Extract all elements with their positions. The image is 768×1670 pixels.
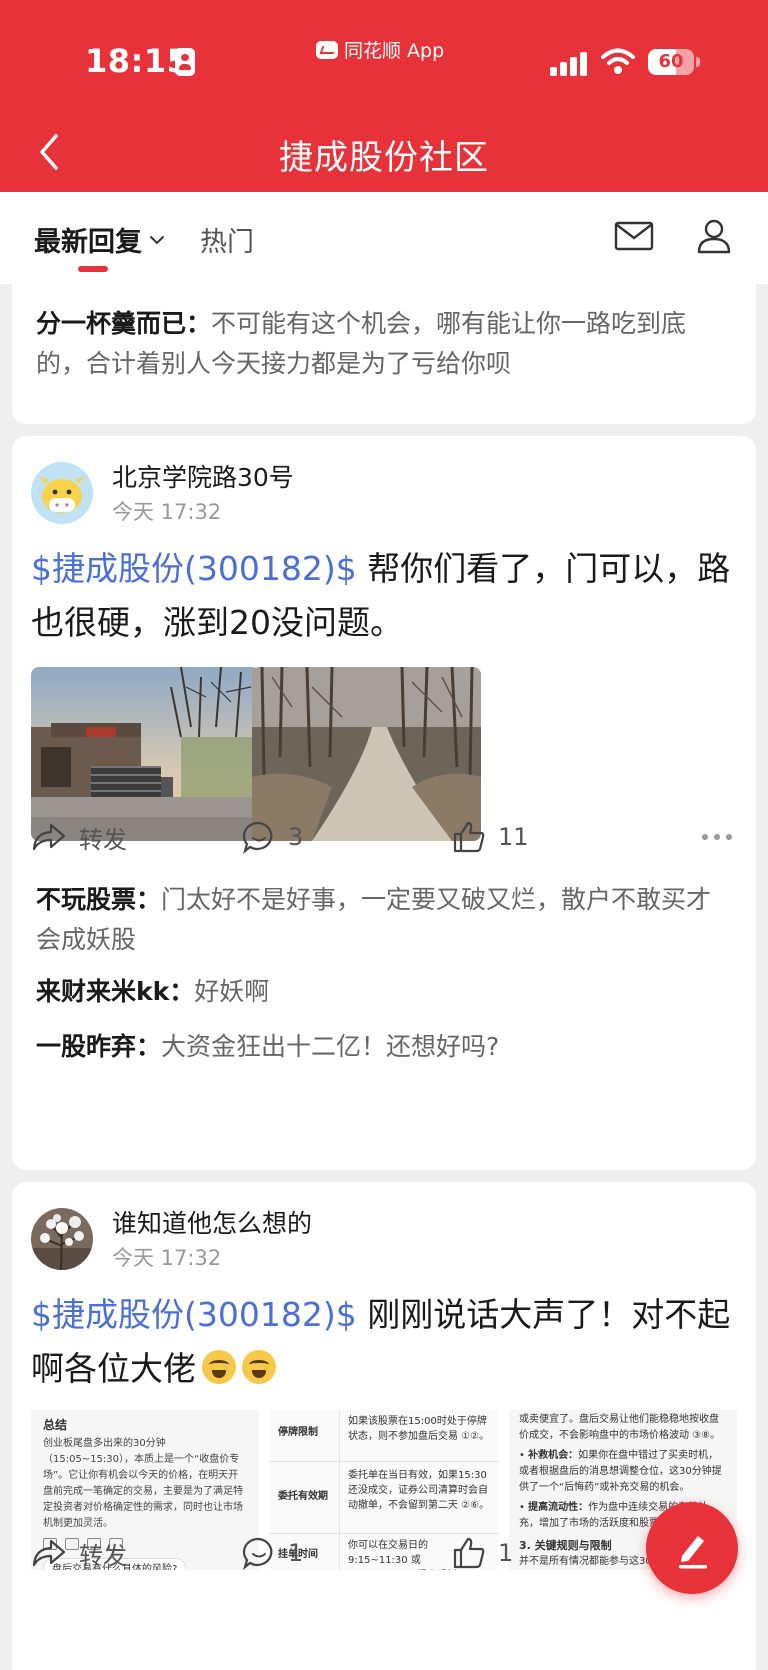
more-options-icon[interactable] — [702, 834, 732, 840]
app-header: 18:15 同花顺 App 60 捷成股份社区 — [0, 0, 768, 192]
mail-icon[interactable] — [614, 220, 654, 252]
comment-user[interactable]: 一股昨弃： — [36, 1032, 161, 1061]
crying-emoji-icon — [242, 1350, 276, 1384]
comment-item[interactable]: 一股昨弃：大资金狂出十二亿！还想好吗? — [36, 1027, 736, 1067]
comment-icon — [242, 821, 273, 854]
comment-user[interactable]: 分一杯羹而已： — [36, 309, 211, 338]
comment-text: 好妖啊 — [194, 977, 270, 1006]
screenshot-heading: 总结 — [43, 1418, 68, 1432]
stock-tag-link[interactable]: $捷成股份(300182)$ — [31, 549, 357, 588]
post-body: $捷成股份(300182)$ 刚刚说话大声了！对不起啊各位大佬 — [31, 1288, 751, 1396]
crying-emoji-icon — [202, 1350, 236, 1384]
forward-label: 转发 — [79, 1541, 127, 1570]
return-app-label: 同花顺 App — [344, 40, 445, 62]
tab-latest-label: 最新回复 — [34, 227, 142, 258]
like-button[interactable]: 1 — [452, 1528, 513, 1578]
thumbs-up-icon — [453, 821, 485, 853]
comment-button[interactable]: 1 — [242, 1528, 303, 1578]
screenshot-body: 创业板尾盘多出来的30分钟（15:05~15:30），本质上是一个“收盘价专场”… — [43, 1438, 243, 1529]
table-cell-label: 停牌限制 — [270, 1410, 340, 1461]
table-cell-label: 委托有效期 — [270, 1462, 340, 1533]
bullet-title: 补救机会： — [528, 1450, 579, 1461]
thumbs-up-icon — [453, 1537, 485, 1569]
battery-icon: 60 — [648, 49, 700, 75]
tab-hot[interactable]: 热门 — [200, 220, 254, 259]
comment-item[interactable]: 分一杯羹而已：不可能有这个机会，哪有能让你一路吃到底的，合计着别人今天接力都是为… — [36, 304, 736, 384]
post-card[interactable]: 谁知道他怎么想的 今天 17:32 $捷成股份(300182)$ 刚刚说话大声了… — [12, 1182, 756, 1670]
profile-icon[interactable] — [696, 218, 732, 254]
post-time: 今天 17:32 — [112, 1246, 222, 1270]
screenshot-table-row: 委托有效期 委托单在当日有效，如果15:30还没成交，证券公司清算时会自动撤单，… — [270, 1462, 498, 1534]
screenshot-table-row: 停牌限制 如果该股票在15:00时处于停牌状态，则不参加盘后交易 ①②。 — [270, 1410, 498, 1462]
share-icon — [32, 1539, 66, 1567]
wifi-icon — [601, 48, 635, 74]
post-card[interactable]: 分一杯羹而已：不可能有这个机会，哪有能让你一路吃到底的，合计着别人今天接力都是为… — [12, 284, 756, 424]
post-time: 今天 17:32 — [112, 500, 222, 524]
snow-tree-avatar-icon — [31, 1208, 93, 1270]
page-title: 捷成股份社区 — [279, 138, 489, 178]
chevron-down-icon — [150, 235, 164, 244]
like-count: 1 — [498, 1539, 514, 1567]
table-cell-value: 委托单在当日有效，如果15:30还没成交，证券公司清算时会自动撤单，不会留到第二… — [348, 1470, 490, 1511]
forward-label: 转发 — [79, 825, 127, 854]
like-count: 11 — [498, 823, 529, 851]
comment-icon — [242, 1537, 273, 1570]
app-logo-icon — [316, 40, 338, 59]
stock-tag-link[interactable]: $捷成股份(300182)$ — [31, 1295, 357, 1334]
comment-count: 1 — [288, 1539, 304, 1567]
comment-item[interactable]: 不玩股票：门太好不是好事，一定要又破又烂，散户不敢买才会成妖股 — [36, 880, 736, 960]
post-card[interactable]: 北京学院路30号 今天 17:32 $捷成股份(300182)$ 帮你们看了，门… — [12, 436, 756, 1170]
cow-avatar-icon — [31, 462, 93, 524]
avatar[interactable] — [31, 462, 93, 524]
avatar[interactable] — [31, 1208, 93, 1270]
table-cell-value: 如果该股票在15:00时处于停牌状态，则不参加盘后交易 ①②。 — [348, 1416, 490, 1442]
like-button[interactable]: 11 — [452, 812, 529, 862]
post-body: $捷成股份(300182)$ 帮你们看了，门可以，路也很硬，涨到20没问题。 — [31, 542, 751, 650]
compose-post-button[interactable] — [646, 1502, 738, 1594]
cellular-signal-icon — [550, 50, 590, 76]
screenshot-intro: 或卖便宜了。盘后交易让他们能稳稳地按收盘价成交，不会影响盘中的市场价格波动 ③⑧… — [519, 1414, 721, 1441]
tab-latest-replies[interactable]: 最新回复 — [34, 220, 166, 259]
forward-button[interactable]: 转发 — [31, 1528, 127, 1578]
post-actions: 转发 1 1 — [12, 1528, 756, 1578]
comment-count: 3 — [288, 823, 304, 851]
author-name[interactable]: 北京学院路30号 — [112, 458, 294, 494]
comment-button[interactable]: 3 — [242, 812, 303, 862]
forward-button[interactable]: 转发 — [31, 812, 127, 862]
comment-item[interactable]: 来财来米kk：好妖啊 — [36, 972, 736, 1012]
return-to-app[interactable]: 同花顺 App — [316, 36, 444, 63]
post-actions: 转发 3 11 — [12, 812, 756, 862]
focus-badge-icon — [175, 48, 195, 76]
active-tab-indicator — [78, 266, 108, 272]
share-icon — [32, 823, 66, 851]
battery-level: 60 — [658, 51, 684, 72]
nav-bar: 捷成股份社区 — [0, 120, 768, 192]
comment-user[interactable]: 不玩股票： — [36, 885, 161, 914]
screenshot-bullet: • 补救机会：如果你在盘中错过了买卖时机，或者根据盘后的消息想调整仓位，这30分… — [519, 1450, 722, 1493]
author-name[interactable]: 谁知道他怎么想的 — [112, 1204, 312, 1240]
bullet-title: 提高流动性： — [528, 1502, 589, 1513]
status-bar: 18:15 同花顺 App 60 — [0, 0, 768, 120]
comment-user[interactable]: 来财来米kk： — [36, 977, 194, 1006]
comment-text: 大资金狂出十二亿！还想好吗? — [161, 1032, 500, 1061]
status-time: 18:15 — [85, 42, 190, 80]
pencil-icon — [679, 1536, 707, 1569]
